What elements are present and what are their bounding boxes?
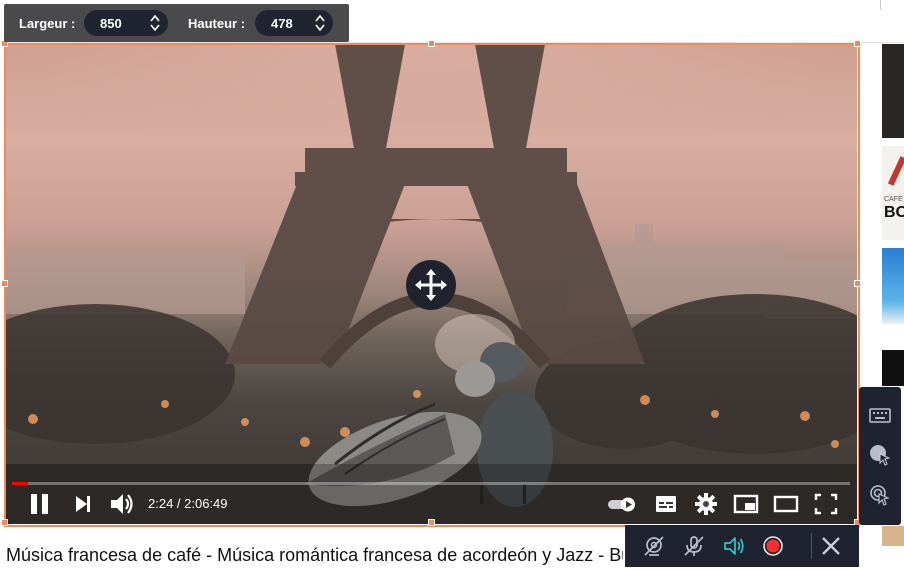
thumbnail-text: CAFE — [884, 196, 903, 203]
height-stepper-icon[interactable] — [315, 14, 325, 32]
volume-icon[interactable] — [108, 490, 136, 518]
theater-icon[interactable] — [773, 490, 799, 518]
progress-bar[interactable] — [12, 482, 850, 485]
autoplay-toggle-icon[interactable] — [606, 490, 638, 518]
height-label: Hauteur : — [188, 16, 246, 31]
recording-side-panel — [859, 387, 901, 525]
sidebar-thumbnail[interactable] — [882, 350, 904, 386]
click-effect-icon[interactable] — [868, 483, 892, 507]
progress-fill — [12, 482, 28, 485]
resize-handle-bottom-left[interactable] — [1, 519, 8, 526]
sidebar-thumbnail[interactable]: CAFE BO — [882, 146, 904, 240]
resize-handle-top[interactable] — [428, 40, 435, 47]
time-display: 2:24 / 2:06:49 — [148, 496, 228, 511]
move-region-button[interactable] — [406, 260, 456, 310]
divider — [811, 533, 812, 559]
next-icon[interactable] — [72, 490, 94, 518]
height-input[interactable]: 478 — [255, 10, 333, 36]
close-icon[interactable] — [819, 534, 843, 558]
sidebar-thumbnail[interactable] — [882, 248, 904, 324]
width-label: Largeur : — [19, 16, 76, 31]
record-icon[interactable] — [761, 534, 785, 558]
width-input[interactable]: 850 — [84, 10, 168, 36]
divider — [880, 0, 881, 10]
mic-off-icon[interactable] — [682, 534, 706, 558]
settings-icon[interactable] — [694, 490, 718, 518]
move-arrows-icon — [415, 269, 447, 301]
sidebar-thumbnail[interactable] — [882, 44, 904, 138]
cursor-highlight-icon[interactable] — [868, 443, 892, 467]
dimension-toolbar: Largeur : 850 Hauteur : 478 — [4, 4, 349, 42]
keyboard-icon[interactable] — [868, 403, 892, 427]
webcam-off-icon[interactable] — [642, 534, 666, 558]
video-title[interactable]: Música francesa de café - Música románti… — [6, 545, 623, 566]
thumbnail-text: BO — [884, 204, 904, 221]
resize-handle-top-right[interactable] — [854, 40, 861, 47]
fullscreen-icon[interactable] — [814, 490, 838, 518]
width-stepper-icon[interactable] — [150, 14, 160, 32]
recording-control-bar — [625, 525, 859, 567]
resize-handle-left[interactable] — [1, 280, 8, 287]
thumbnail-art — [887, 156, 904, 186]
subtitles-icon[interactable] — [654, 490, 678, 518]
height-value: 478 — [271, 16, 293, 31]
resize-handle-right[interactable] — [854, 280, 861, 287]
pause-icon[interactable] — [28, 490, 52, 518]
miniplayer-icon[interactable] — [733, 490, 759, 518]
speaker-icon[interactable] — [722, 534, 746, 558]
resize-handle-bottom[interactable] — [428, 519, 435, 526]
sidebar-thumbnail[interactable] — [882, 526, 904, 546]
width-value: 850 — [100, 16, 122, 31]
